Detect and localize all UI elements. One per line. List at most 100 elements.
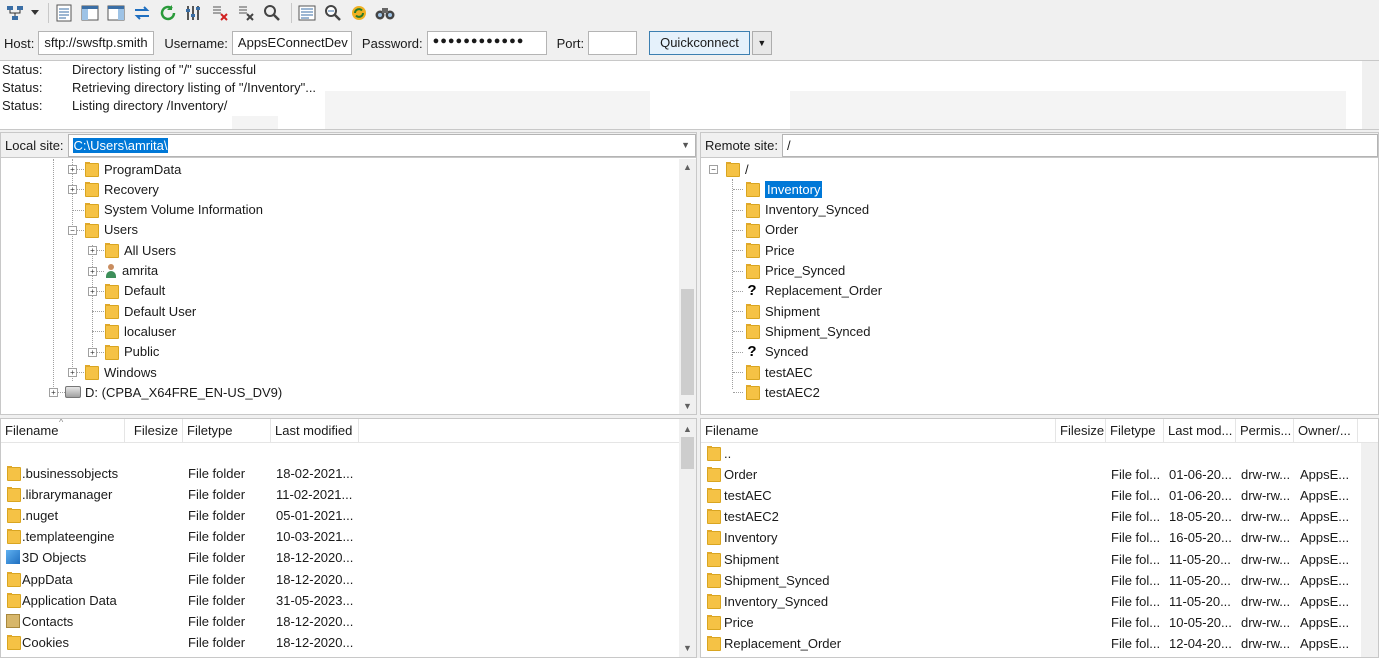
disconnect-icon[interactable] (235, 2, 257, 24)
table-row[interactable]: Order File fol... 01-06-20... drw-rw... Apps… (701, 464, 1361, 485)
quickconnect-button[interactable]: Quickconnect (649, 31, 750, 55)
filename: testAEC2 (724, 509, 779, 525)
table-row[interactable]: AppData File folder 18-12-2020... (1, 569, 679, 590)
column-last-modified[interactable]: Last modified (271, 419, 359, 443)
local-tree-item[interactable]: ProgramData (84, 159, 181, 179)
directory-filter-icon[interactable] (296, 2, 318, 24)
remote-tree-item[interactable]: Shipment_Synced (745, 321, 871, 341)
expand-icon[interactable]: + (68, 165, 77, 174)
process-queue-icon[interactable] (183, 2, 205, 24)
column-permissions[interactable]: Permis... (1236, 419, 1294, 443)
filename-cell: .templateengine (6, 526, 126, 547)
scrollbar-thumb[interactable] (681, 437, 694, 469)
table-row[interactable]: testAEC2 File fol... 18-05-20... drw-rw... A… (701, 506, 1361, 527)
table-row[interactable]: Cookies File folder 18-12-2020... (1, 632, 679, 653)
toggle-remote-tree-icon[interactable] (105, 2, 127, 24)
local-tree-item[interactable]: Default User (104, 301, 196, 321)
table-row[interactable]: Shipment_Synced File fol... 11-05-20... drw… (701, 570, 1361, 591)
local-tree-item[interactable]: Recovery (84, 179, 159, 199)
remote-tree-item[interactable]: Price_Synced (745, 261, 845, 281)
remote-site-path-input[interactable]: / (781, 133, 1378, 157)
compare-directories-icon[interactable] (322, 2, 344, 24)
expand-icon[interactable]: + (49, 388, 58, 398)
table-row[interactable]: .templateengine File folder 10-03-2021... (1, 526, 679, 547)
local-tree-item[interactable]: D: (CPBA_X64FRE_EN-US_DV9) (65, 382, 282, 402)
remote-tree-item[interactable]: Shipment (745, 301, 820, 321)
column-filesize[interactable]: Filesize (1056, 419, 1106, 443)
column-filesize[interactable]: Filesize (125, 419, 183, 443)
local-site-path-input[interactable]: C:\Users\amrita\ ▼ (67, 133, 696, 157)
local-tree-item[interactable]: amrita (104, 261, 158, 281)
table-row[interactable]: Application Data File folder 31-05-2023... (1, 590, 679, 611)
table-row[interactable]: Price File fol... 10-05-20... drw-rw... Apps… (701, 612, 1361, 633)
remote-tree-item[interactable]: ? Replacement_Order (745, 281, 882, 301)
scroll-up-icon[interactable]: ▲ (679, 159, 696, 176)
filetype-cell: File fol... (1111, 593, 1161, 609)
column-owner[interactable]: Owner/... (1294, 419, 1358, 443)
site-manager-icon[interactable] (4, 2, 26, 24)
find-files-icon[interactable] (374, 2, 396, 24)
collapse-icon[interactable]: − (709, 165, 718, 174)
scrollbar-thumb[interactable] (681, 289, 694, 395)
local-tree-item[interactable]: Windows (84, 362, 157, 382)
local-tree-item[interactable]: localuser (104, 321, 176, 341)
remote-tree-item-selected[interactable]: Inventory (745, 179, 823, 199)
remote-tree-item[interactable]: ? Synced (745, 342, 808, 362)
collapse-icon[interactable]: − (68, 225, 77, 235)
expand-icon[interactable]: + (88, 246, 97, 256)
table-row[interactable]: Shipment File fol... 11-05-20... drw-rw... A… (701, 549, 1361, 570)
expand-icon[interactable]: + (88, 347, 97, 357)
password-input[interactable]: ●●●●●●●●●●●● (426, 31, 547, 55)
local-tree-scrollbar[interactable]: ▲ ▼ (679, 159, 696, 414)
remote-tree-item[interactable]: Price (745, 240, 795, 260)
scroll-up-icon[interactable]: ▲ (679, 421, 696, 438)
table-row[interactable]: 3D Objects File folder 18-12-2020... (1, 547, 679, 568)
expand-icon[interactable]: + (88, 266, 97, 276)
column-filetype[interactable]: Filetype (183, 419, 271, 443)
remote-tree-item[interactable]: Inventory_Synced (745, 200, 869, 220)
table-row[interactable]: Replacement_Order File fol... 12-04-20... d… (701, 633, 1361, 654)
table-row[interactable]: .nuget File folder 05-01-2021... (1, 505, 679, 526)
log-scrollbar[interactable] (1362, 61, 1379, 129)
column-filename[interactable]: Filename (701, 419, 1056, 443)
expand-icon[interactable]: + (68, 185, 77, 195)
background-blot (325, 91, 650, 129)
table-row[interactable]: Contacts File folder 18-12-2020... (1, 611, 679, 632)
scroll-down-icon[interactable]: ▼ (679, 640, 696, 657)
remote-tree-item[interactable]: testAEC (745, 362, 813, 382)
host-input[interactable]: sftp://swsftp.smith (38, 31, 155, 55)
refresh-icon[interactable] (157, 2, 179, 24)
remote-list-scrollbar[interactable] (1361, 443, 1378, 657)
quickconnect-history-dropdown[interactable]: ▼ (751, 31, 772, 55)
remote-tree-item[interactable]: Order (745, 220, 798, 240)
table-row[interactable]: .librarymanager File folder 11-02-2021... (1, 484, 679, 505)
sync-browsing-icon[interactable] (348, 2, 370, 24)
expand-icon[interactable]: + (68, 368, 77, 377)
toggle-local-tree-icon[interactable] (79, 2, 101, 24)
remote-list-header: Filename Filesize Filetype Last mod... ˇ… (701, 419, 1378, 443)
toggle-transfer-queue-icon[interactable] (131, 2, 153, 24)
table-row[interactable]: .businessobjects File folder 18-02-2021... (1, 463, 679, 484)
remote-tree-root[interactable]: / (725, 159, 749, 179)
local-tree-item[interactable]: Default (104, 281, 165, 301)
cancel-operation-icon[interactable] (209, 2, 231, 24)
reconnect-icon[interactable] (261, 2, 283, 24)
port-input[interactable] (588, 31, 638, 55)
local-tree-item[interactable]: All Users (104, 240, 176, 260)
column-filetype[interactable]: Filetype (1106, 419, 1164, 443)
expand-icon[interactable]: + (88, 286, 97, 296)
toggle-message-log-icon[interactable] (53, 2, 75, 24)
remote-tree-item[interactable]: testAEC2 (745, 382, 820, 402)
local-tree-item[interactable]: Public (104, 342, 159, 362)
table-row[interactable]: Inventory File fol... 16-05-20... drw-rw...… (701, 527, 1361, 548)
table-row[interactable]: testAEC File fol... 01-06-20... drw-rw... Ap… (701, 485, 1361, 506)
local-tree-item[interactable]: Users (84, 220, 138, 240)
local-list-scrollbar[interactable]: ▲ ▼ (679, 419, 696, 657)
local-tree-item[interactable]: System Volume Information (84, 200, 263, 220)
username-input[interactable]: AppsEConnectDev (231, 31, 352, 55)
scroll-down-icon[interactable]: ▼ (679, 398, 696, 414)
table-row[interactable]: Inventory_Synced File fol... 11-05-20... dr… (701, 591, 1361, 612)
filetype-cell: File fol... (1111, 551, 1161, 567)
table-row[interactable]: .. (701, 443, 1361, 464)
dropdown-arrow-icon[interactable] (30, 2, 40, 24)
